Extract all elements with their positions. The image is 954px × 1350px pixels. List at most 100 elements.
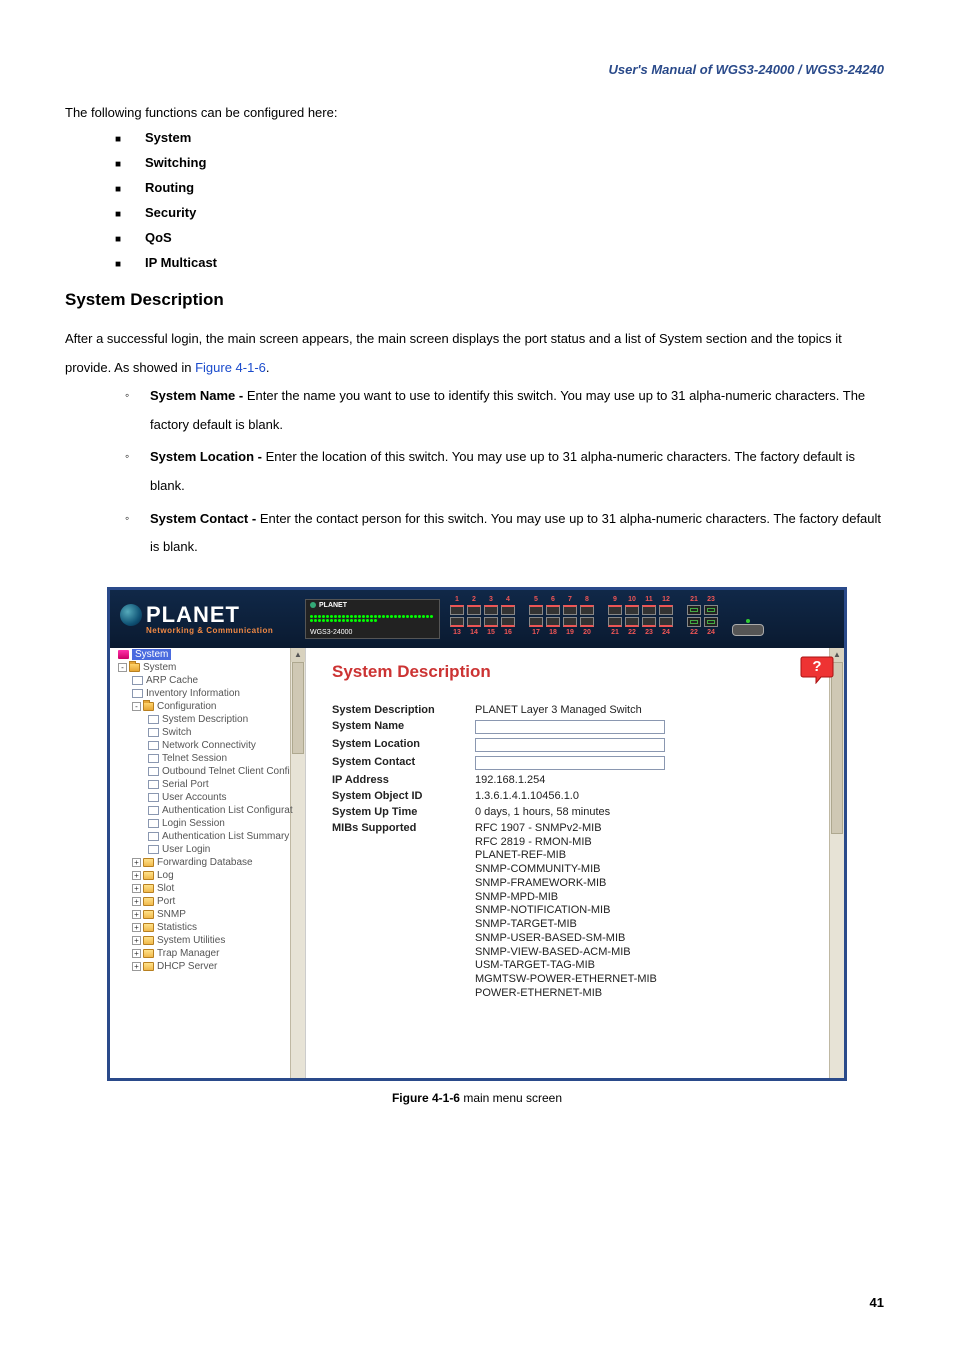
func-qos: QoS (115, 230, 889, 245)
plus-icon[interactable]: + (132, 949, 141, 958)
figure-ref-link[interactable]: Figure 4-1-6 (195, 360, 266, 375)
dev-model: WGS3-24000 (310, 629, 435, 636)
plus-icon[interactable]: + (132, 923, 141, 932)
screenshot-body: ▲ System -System ARP Cache Inventory Inf… (110, 648, 844, 1078)
tree-sp[interactable]: Serial Port (114, 778, 305, 791)
doc-icon (148, 754, 159, 763)
manual-header: User's Manual of WGS3-24000 / WGS3-24240 (609, 62, 884, 77)
tree-ls[interactable]: Login Session (114, 817, 305, 830)
system-name-input[interactable] (475, 720, 665, 734)
plus-icon[interactable]: + (132, 884, 141, 893)
folder-icon (143, 936, 154, 945)
doc-icon (148, 715, 159, 724)
tree-system[interactable]: -System (114, 661, 305, 674)
folder-icon (143, 897, 154, 906)
tree-ua[interactable]: User Accounts (114, 791, 305, 804)
row-sc-l: System Contact (332, 754, 475, 772)
brand-logo: PLANET Networking & Communication (120, 602, 295, 635)
func-ipmulticast: IP Multicast (115, 255, 889, 270)
row-up-v: 0 days, 1 hours, 58 minutes (475, 804, 673, 820)
minus-icon[interactable]: - (132, 702, 141, 711)
tree-port[interactable]: +Port (114, 895, 305, 908)
help-icon: ? (800, 654, 834, 684)
tree-log[interactable]: +Log (114, 869, 305, 882)
folder-icon (143, 962, 154, 971)
doc-icon (148, 806, 159, 815)
dl: System Contact - (150, 511, 260, 526)
doc-icon (132, 689, 143, 698)
tree-ts[interactable]: Telnet Session (114, 752, 305, 765)
intro-text: The following functions can be configure… (65, 105, 889, 120)
tree-sw[interactable]: Switch (114, 726, 305, 739)
fig-text: main menu screen (460, 1091, 562, 1105)
plus-icon[interactable]: + (132, 962, 141, 971)
tree-snmp[interactable]: +SNMP (114, 908, 305, 921)
help-button[interactable]: ? (800, 654, 834, 684)
doc-icon (148, 728, 159, 737)
tree-sd[interactable]: System Description (114, 713, 305, 726)
tree-arp[interactable]: ARP Cache (114, 674, 305, 687)
desc-system-contact: System Contact - Enter the contact perso… (125, 505, 889, 562)
plus-icon[interactable]: + (132, 910, 141, 919)
dl: System Name - (150, 388, 247, 403)
scroll-thumb[interactable] (831, 662, 843, 834)
folder-icon (143, 884, 154, 893)
page: User's Manual of WGS3-24000 / WGS3-24240… (0, 0, 954, 1350)
plus-icon[interactable]: + (132, 936, 141, 945)
plus-icon[interactable]: + (132, 871, 141, 880)
row-sd-v: PLANET Layer 3 Managed Switch (475, 702, 673, 718)
tree-su[interactable]: +System Utilities (114, 934, 305, 947)
tree-root[interactable]: System (114, 648, 305, 661)
device-info-panel: PLANET WGS3-24000 (305, 599, 440, 639)
tree-fd[interactable]: +Forwarding Database (114, 856, 305, 869)
fig-label: Figure 4-1-6 (392, 1091, 460, 1105)
doc-icon (148, 845, 159, 854)
dd: Enter the name you want to use to identi… (150, 388, 865, 432)
globe-icon (120, 604, 142, 626)
port-diagram: 1234131415165678171819209101112212223242… (450, 596, 834, 642)
section-paragraph: After a successful login, the main scree… (65, 325, 889, 382)
tree-inv[interactable]: Inventory Information (114, 687, 305, 700)
row-sl-l: System Location (332, 736, 475, 754)
tree-slot[interactable]: +Slot (114, 882, 305, 895)
tree-als[interactable]: Authentication List Summary (114, 830, 305, 843)
tree-ul[interactable]: User Login (114, 843, 305, 856)
plus-icon[interactable]: + (132, 897, 141, 906)
content-scrollbar[interactable]: ▲ (829, 648, 844, 1078)
function-list: System Switching Routing Security QoS IP… (65, 130, 889, 270)
tree-conf[interactable]: -Configuration (114, 700, 305, 713)
dl: System Location - (150, 449, 266, 464)
tree-stat[interactable]: +Statistics (114, 921, 305, 934)
tree-otcc[interactable]: Outbound Telnet Client Confi (114, 765, 305, 778)
desc-system-name: System Name - Enter the name you want to… (125, 382, 889, 439)
section-title: System Description (65, 290, 889, 310)
figure-caption: Figure 4-1-6 main menu screen (65, 1091, 889, 1105)
row-sn-l: System Name (332, 718, 475, 736)
root-icon (118, 650, 129, 659)
desc-table: System DescriptionPLANET Layer 3 Managed… (332, 702, 673, 1003)
doc-icon (148, 741, 159, 750)
tree-nc[interactable]: Network Connectivity (114, 739, 305, 752)
nav-tree: ▲ System -System ARP Cache Inventory Inf… (110, 648, 306, 1078)
system-contact-input[interactable] (475, 756, 665, 770)
tree-dhcp[interactable]: +DHCP Server (114, 960, 305, 973)
para-b: . (266, 360, 270, 375)
row-up-l: System Up Time (332, 804, 475, 820)
logo-text: PLANET (146, 602, 240, 628)
folder-open-icon (129, 663, 140, 672)
content-pane: ▲ ? System Description System Descriptio… (306, 648, 844, 1078)
dev-brand: PLANET (319, 602, 347, 609)
system-location-input[interactable] (475, 738, 665, 752)
mib-list: RFC 1907 - SNMPv2-MIBRFC 2819 - RMON-MIB… (475, 820, 673, 1003)
row-ip-v: 192.168.1.254 (475, 772, 673, 788)
led-icon (310, 602, 316, 608)
func-system: System (115, 130, 889, 145)
tree-alc[interactable]: Authentication List Configurat (114, 804, 305, 817)
doc-icon (148, 780, 159, 789)
folder-icon (143, 910, 154, 919)
led-grid (310, 614, 435, 623)
minus-icon[interactable]: - (118, 663, 127, 672)
tree-tm[interactable]: +Trap Manager (114, 947, 305, 960)
plus-icon[interactable]: + (132, 858, 141, 867)
page-number: 41 (870, 1295, 884, 1310)
